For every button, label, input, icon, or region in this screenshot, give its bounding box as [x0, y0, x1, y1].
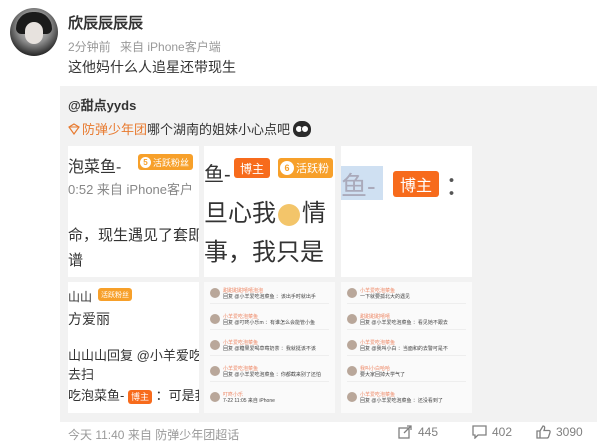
image-2[interactable]: 鱼- 博主 6 活跃粉 旦心我情 事，我只是	[204, 146, 335, 277]
repost-source-prefix: 来自	[127, 428, 152, 442]
image-4-line2: 山山山回复 @小羊爱吃泡	[68, 348, 199, 363]
fan-badge: 5 活跃粉丝	[138, 154, 194, 170]
image-4-name: 山山	[68, 290, 93, 304]
comment-thread-screenshot: 甜甜甜甜嘻嘻泡泡 回复 @小羊爱吃泡菜鱼 ：该出手时就出手 小羊爱吃泡菜鱼 回复 @…	[204, 282, 335, 413]
post-header: 欣辰辰辰辰 2分钟前 来自 iPhone客户端 这他妈什么人追星还带现生	[0, 0, 597, 90]
post-text: 这他妈什么人追星还带现生	[68, 59, 236, 75]
comment-row: 小羊爱吃泡菜鱼 回复 @小羊爱吃泡菜鱼 ：你都截来别了还怕	[210, 364, 329, 382]
image-6[interactable]: 小羊爱吃泡菜鱼 一下就要孤北大的遇见 甜甜甜甜嘻嘻 回复 @小羊爱吃泡菜鱼 ：看见她…	[341, 282, 472, 413]
comment-row: 小羊爱吃泡菜鱼 一下就要孤北大的遇见	[347, 286, 466, 304]
fan-badge: 活跃粉丝	[98, 288, 132, 301]
image-3[interactable]: 鱼- 博主 ：我	[341, 146, 472, 277]
comment-button[interactable]: 402	[472, 425, 512, 439]
comment-row: 甜甜甜甜嘻嘻泡泡 回复 @小羊爱吃泡菜鱼 ：该出手时就出手	[210, 286, 329, 304]
image-1[interactable]: 泡菜鱼- 5 活跃粉丝 0:52 来自 iPhone客户 命，现生遇见了套即 谱	[68, 146, 199, 277]
image-1-line1: 命，现生遇见了套即	[68, 227, 199, 244]
repost-count: 445	[418, 425, 439, 439]
image-4[interactable]: 山山 活跃粉丝 方爱丽 山山山回复 @小羊爱吃泡 去扫 吃泡菜鱼- 博主 ：可是…	[68, 282, 199, 413]
post-meta: 2分钟前 来自 iPhone客户端	[68, 38, 221, 55]
doge-emoji-icon	[278, 203, 300, 226]
topic-label: 防弹少年团	[82, 122, 148, 137]
comment-row: 甜甜甜甜嘻嘻 回复 @小羊爱吃泡菜鱼 ：看见她不跟去	[347, 312, 466, 330]
author-badge: 博主	[234, 158, 271, 178]
image-1-time: 0:52 来自 iPhone客户	[68, 182, 194, 197]
post-footer: 今天 11:40 来自 防弹少年团超话 445 402 3090	[0, 422, 597, 444]
image-4-line3: 去扫	[68, 367, 95, 382]
fan-badge: 6 活跃粉	[278, 158, 333, 178]
image-1-title: 泡菜鱼-	[68, 159, 122, 176]
comment-thread-screenshot: 小羊爱吃泡菜鱼 一下就要孤北大的遇见 甜甜甜甜嘻嘻 回复 @小羊爱吃泡菜鱼 ：看见她…	[341, 282, 472, 413]
repost-meta: 今天 11:40 来自 防弹少年团超话	[68, 426, 239, 443]
comment-count: 402	[492, 425, 513, 439]
image-2-prefix: 鱼-	[204, 164, 231, 186]
comment-row: 叮咚小乐 7-22 11:05 来自 iPhone	[210, 390, 329, 408]
post-time[interactable]: 2分钟前	[68, 40, 111, 54]
repost-text: 哪个湖南的姐妹小心点吧	[147, 122, 291, 137]
image-3-prefix: 鱼-	[341, 171, 376, 201]
repost-source[interactable]: 防弹少年团超话	[155, 428, 239, 442]
author-badge: 博主	[393, 171, 440, 197]
reposted-content[interactable]: @甜点yyds 防弹少年团 哪个湖南的姐妹小心点吧 泡菜鱼- 5 活跃粉丝 0:…	[60, 86, 597, 422]
image-2-line1: 旦心我情	[204, 200, 326, 227]
comment-row: 我叫小白哈哈 要大家回掉大学气了	[347, 364, 466, 382]
comment-icon	[472, 425, 487, 439]
thumbs-up-icon	[536, 425, 551, 439]
image-5[interactable]: 甜甜甜甜嘻嘻泡泡 回复 @小羊爱吃泡菜鱼 ：该出手时就出手 小羊爱吃泡菜鱼 回复 @…	[204, 282, 335, 413]
comment-row: 小羊爱吃泡菜鱼 回复 @小羊爱吃泡菜鱼 ：还没看到了	[347, 390, 466, 408]
comment-row: 小羊爱吃泡菜鱼 回复 @我叫小白 ：当面和的去警可是不	[347, 338, 466, 356]
comment-row: 小羊爱吃泡菜鱼 回复 @叮咚小乐m ：有谁怎么会能管小鱼	[210, 312, 329, 330]
avatar[interactable]	[10, 8, 58, 56]
image-4-line4: 吃泡菜鱼- 博主 ：可是我想	[68, 388, 199, 404]
image-3-suffix: ：我	[445, 171, 472, 201]
repost-time[interactable]: 今天 11:40	[68, 428, 124, 442]
image-2-line2: 事，我只是	[204, 239, 324, 266]
repost-text-line: 防弹少年团 哪个湖南的姐妹小心点吧	[68, 119, 312, 138]
username[interactable]: 欣辰辰辰辰	[68, 12, 143, 33]
image-1-line2: 谱	[68, 252, 84, 269]
like-count: 3090	[556, 425, 583, 439]
emoji-icon	[293, 120, 312, 137]
repost-button[interactable]: 445	[398, 425, 438, 439]
like-button[interactable]: 3090	[536, 425, 583, 439]
topic-link[interactable]: 防弹少年团	[68, 119, 147, 138]
post-source: 来自 iPhone客户端	[120, 40, 221, 54]
original-author[interactable]: @甜点yyds	[68, 95, 136, 114]
comment-row: 小羊爱吃泡菜鱼 回复 @糖果爱喝草莓奶茶 ：我就挺该不该	[210, 338, 329, 356]
image-4-line1: 方爱丽	[68, 311, 110, 327]
super-topic-icon	[68, 122, 80, 135]
share-icon	[398, 425, 412, 439]
